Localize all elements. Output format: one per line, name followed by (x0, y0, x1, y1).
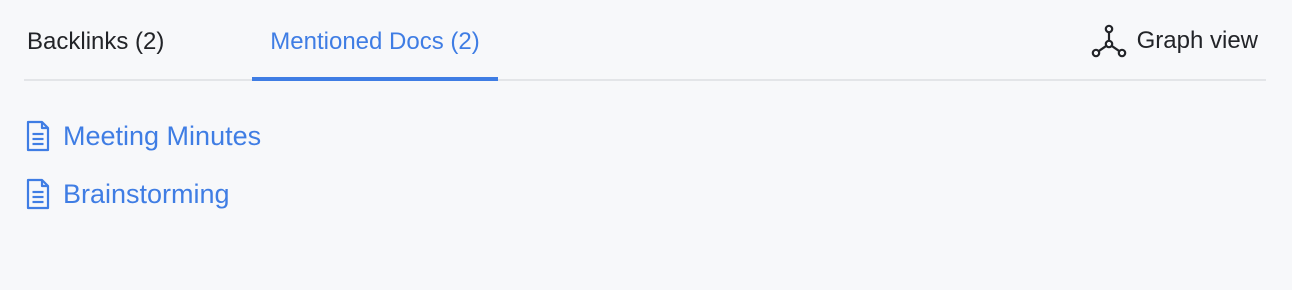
doc-link-label: Meeting Minutes (63, 120, 262, 151)
doc-link-brainstorming[interactable]: Brainstorming (25, 172, 261, 216)
doc-link-label: Brainstorming (63, 178, 230, 209)
document-icon (26, 120, 50, 152)
graph-nodes-icon (1091, 24, 1126, 57)
tab-backlinks[interactable]: Backlinks (2) (27, 0, 164, 81)
graph-view-button[interactable]: Graph view (1091, 0, 1258, 81)
tab-mentioned-docs[interactable]: Mentioned Docs (2) (252, 0, 498, 81)
doc-link-meeting-minutes[interactable]: Meeting Minutes (25, 114, 261, 158)
references-panel: Backlinks (2) Mentioned Docs (2) Graph v… (0, 0, 1292, 290)
mentioned-docs-list: Meeting Minutes Brainstorming (25, 114, 261, 230)
document-icon (26, 178, 50, 210)
graph-view-label: Graph view (1136, 26, 1258, 54)
tab-bar: Backlinks (2) Mentioned Docs (2) Graph v… (24, 0, 1266, 81)
